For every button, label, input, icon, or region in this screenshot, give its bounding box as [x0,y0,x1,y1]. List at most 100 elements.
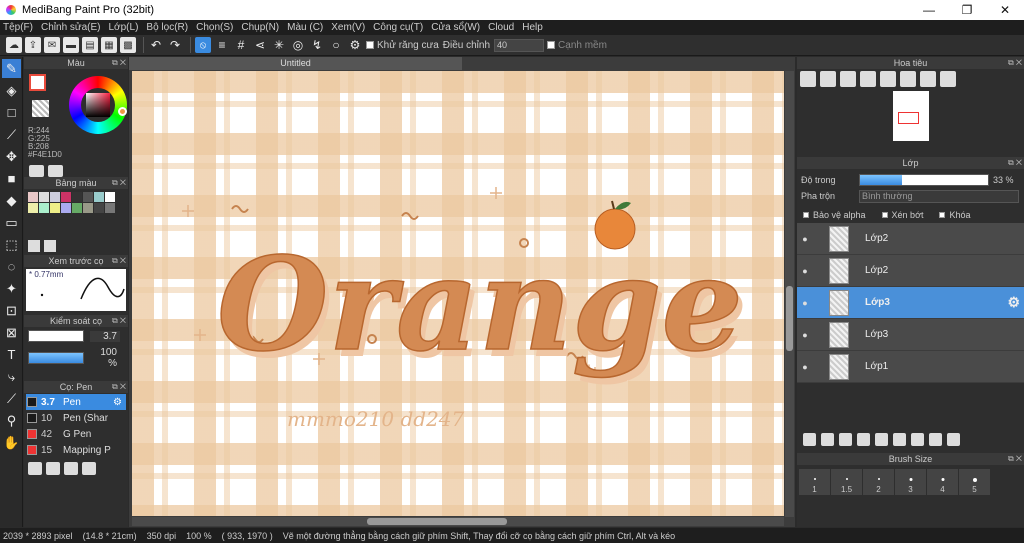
menu-cloud[interactable]: Cloud [488,22,514,33]
snap-radial-icon[interactable]: ✳ [271,37,287,53]
rectangle-tool-icon[interactable]: □ [2,103,21,122]
brush-size-slider[interactable] [28,330,84,342]
cloud-icon[interactable]: ☁ [6,37,22,53]
brush-properties-icon[interactable] [82,462,96,475]
snap-perspective-icon[interactable]: ⋖ [252,37,268,53]
minimize-button[interactable]: — [910,3,948,17]
new-halftone-layer-icon[interactable] [821,433,834,446]
brush-item-mapping-pen[interactable]: 15 Mapping P [26,442,126,458]
brush-size-value[interactable]: 3.7 [90,330,120,342]
palette-swatch[interactable] [50,192,60,202]
snap-parallel-icon[interactable]: ≡ [214,37,230,53]
page-icon[interactable]: ▤ [82,37,98,53]
duplicate-layer-icon[interactable] [911,433,924,446]
palette-swatch[interactable] [61,192,71,202]
panel-controls[interactable]: ⧉ ✕ [112,255,126,267]
operation-tool-icon[interactable]: ⤷ [2,367,21,386]
snap-off-icon[interactable]: ⦸ [195,37,211,53]
palette-swatch[interactable] [72,203,82,213]
comment-icon[interactable]: ✉ [44,37,60,53]
select-eraser-tool-icon[interactable]: ⊠ [2,323,21,342]
palette-swatch[interactable] [83,203,93,213]
chat-icon[interactable]: ▬ [63,37,79,53]
palette-swatch[interactable] [39,192,49,202]
saturation-square[interactable] [86,93,110,117]
sharp-edge-checkbox[interactable] [547,41,556,49]
gradient-tool-icon[interactable]: ▭ [2,213,21,232]
rotate-left-icon[interactable] [880,71,896,87]
zoom-in-icon[interactable] [800,71,816,87]
add-layer-menu-icon[interactable] [857,433,870,446]
palette-swatch[interactable] [28,192,38,202]
correction-input[interactable]: 40 [494,38,545,52]
delete-layer-icon[interactable] [947,433,960,446]
palette-swatch[interactable] [105,192,115,202]
layer-row-active[interactable]: ● Lớp3 ⚙ [797,287,1024,319]
brush-item-pen[interactable]: 3.7 Pen ⚙ [26,394,126,410]
palette-swatch[interactable] [94,192,104,202]
add-brush-bitmap-icon[interactable] [46,462,60,475]
brush-size-cell[interactable]: 2 [863,469,894,495]
select-pen-tool-icon[interactable]: ⊡ [2,301,21,320]
brush-size-cell[interactable]: 4 [927,469,958,495]
hand-tool-icon[interactable]: ✋ [2,433,21,452]
horizontal-scroll-thumb[interactable] [367,518,507,525]
visibility-icon[interactable]: ● [797,298,813,308]
brush-item-pen-sharp[interactable]: 10 Pen (Shar [26,410,126,426]
text-tool-icon[interactable]: T [2,345,21,364]
color-wheel[interactable] [69,76,127,134]
panel-controls[interactable]: ⧉ ✕ [112,381,126,393]
blend-mode-select[interactable]: Bình thường [859,189,1019,203]
navigator-view[interactable] [797,89,1024,157]
transform-icon[interactable]: ▦ [101,37,117,53]
bucket-tool-icon[interactable]: ◆ [2,191,21,210]
brush-size-cell[interactable]: 5 [959,469,990,495]
lock-option[interactable]: Khóa [939,210,971,220]
grid-icon[interactable]: ▩ [120,37,136,53]
color-mode-icon[interactable] [48,165,63,177]
restore-button[interactable]: ❐ [948,3,986,17]
brush-size-cell[interactable]: 1.5 [831,469,862,495]
new-folder-icon[interactable] [875,433,888,446]
palette-swatch[interactable] [94,203,104,213]
delete-palette-icon[interactable] [44,240,56,252]
layer-row[interactable]: ● Lớp2 [797,223,1024,255]
divide-tool-icon[interactable]: ⟋ [2,389,21,408]
undo-icon[interactable]: ↶ [148,37,164,53]
brush-size-cell[interactable]: 3 [895,469,926,495]
panel-controls[interactable]: ⧉ ✕ [1008,157,1022,169]
merge-layer-icon[interactable] [929,433,942,446]
visibility-icon[interactable]: ● [797,234,813,244]
brush-size-cell[interactable]: 1 [799,469,830,495]
lock-checkbox[interactable] [939,212,946,218]
background-color-swatch[interactable] [32,100,49,117]
snap-grid-icon[interactable]: # [233,37,249,53]
menu-window[interactable]: Cửa sổ(W) [431,22,480,33]
antialias-checkbox[interactable] [366,41,374,49]
palette-swatch[interactable] [28,203,38,213]
menu-help[interactable]: Help [522,22,543,33]
eyedropper-tool-icon[interactable]: ⚲ [2,411,21,430]
layer-row[interactable]: ● Lớp1 [797,351,1024,383]
settings-gear-icon[interactable]: ⚙ [347,37,363,53]
brush-opacity-slider[interactable] [28,352,84,364]
eraser-tool-icon[interactable]: ◈ [2,81,21,100]
new-layer-icon[interactable] [803,433,816,446]
foreground-color-swatch[interactable] [29,74,46,91]
new-palette-icon[interactable] [28,240,40,252]
horizontal-scrollbar[interactable] [132,517,784,526]
layer-row[interactable]: ● Lớp3 [797,319,1024,351]
document-tab[interactable]: Untitled [129,57,462,70]
fullscreen-icon[interactable] [900,71,916,87]
lasso-tool-icon[interactable]: ◌ [2,257,21,276]
panel-controls[interactable]: ⧉ ✕ [112,177,126,189]
menu-color[interactable]: Màu (C) [287,22,323,33]
gear-icon[interactable]: ⚙ [113,397,122,408]
palette-swatch[interactable] [61,203,71,213]
actual-size-icon[interactable] [860,71,876,87]
snap-circle-icon[interactable]: ◎ [290,37,306,53]
line-tool-icon[interactable]: ⟋ [2,125,21,144]
vertical-scrollbar[interactable] [785,71,794,517]
layer-row[interactable]: ● Lớp2 [797,255,1024,287]
hue-knob[interactable] [118,107,127,116]
